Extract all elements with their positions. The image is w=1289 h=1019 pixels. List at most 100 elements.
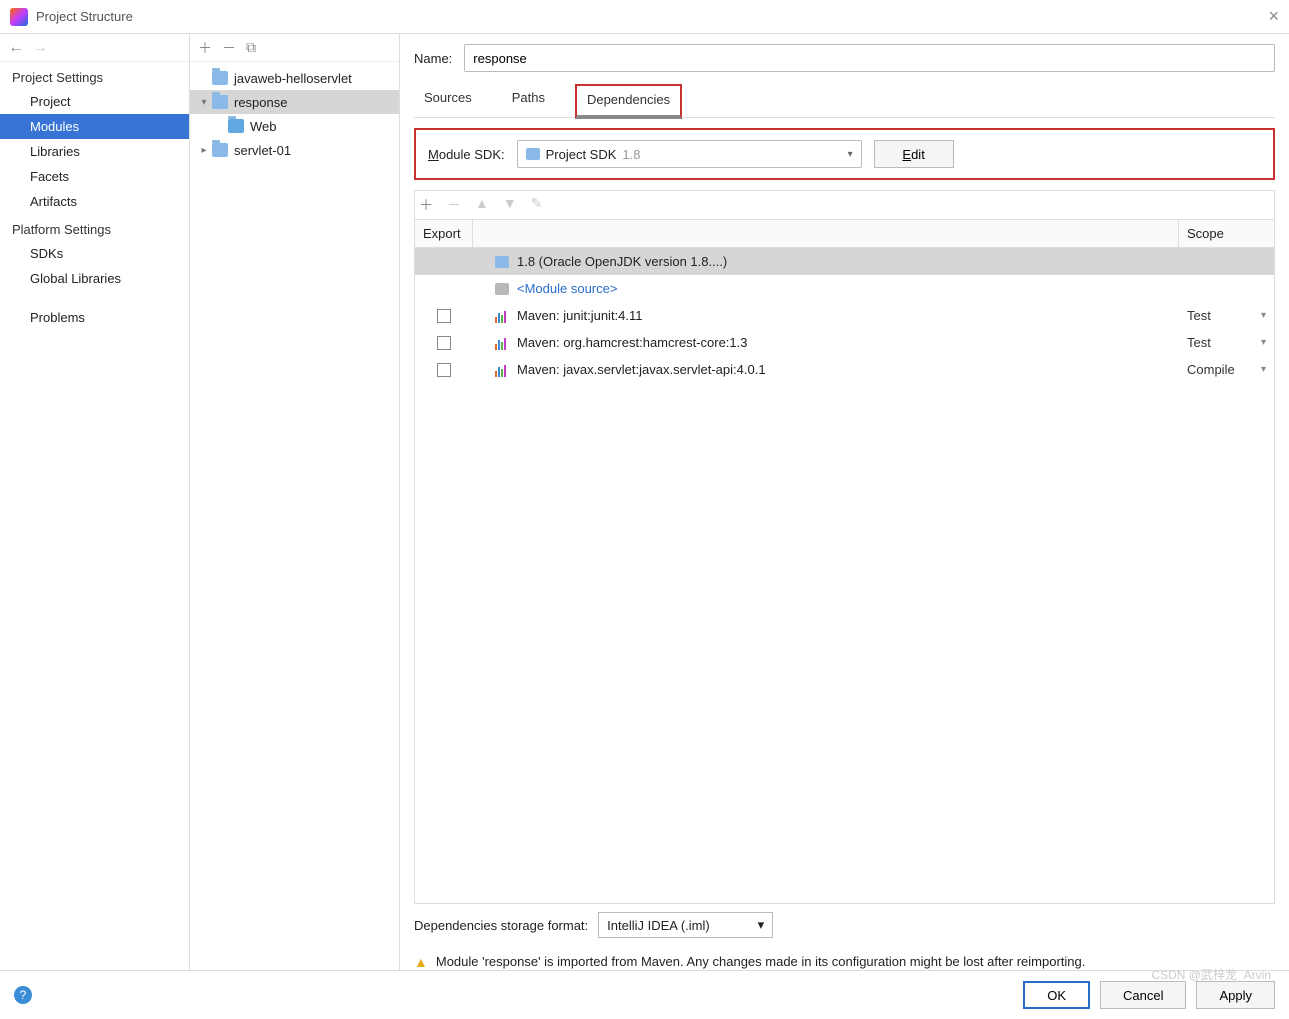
titlebar: Project Structure × — [0, 0, 1289, 34]
folder-icon — [212, 71, 228, 85]
name-row: Name: — [414, 44, 1275, 72]
ok-button[interactable]: OK — [1023, 981, 1090, 1009]
module-source-icon — [495, 283, 509, 295]
dep-label: 1.8 (Oracle OpenJDK version 1.8....) — [517, 254, 727, 269]
sidebar-item-sdks[interactable]: SDKs — [0, 241, 189, 266]
module-tree-pane: ＋ － ⧉ javaweb-helloservlet ▾ response We… — [190, 34, 400, 970]
sidebar-item-problems[interactable]: Problems — [0, 305, 189, 330]
add-dep-icon[interactable]: ＋ — [419, 195, 433, 215]
module-sdk-select[interactable]: Project SDK 1.8 ▾ — [517, 140, 862, 168]
close-icon[interactable]: × — [1268, 6, 1279, 27]
sidebar-item-libraries[interactable]: Libraries — [0, 139, 189, 164]
chevron-down-icon: ▾ — [848, 149, 853, 160]
library-icon — [495, 363, 509, 377]
edit-dep-icon[interactable]: ✎ — [531, 195, 543, 215]
dep-header: Export Scope — [415, 220, 1274, 248]
chevron-down-icon: ▾ — [1261, 364, 1266, 375]
edit-button[interactable]: Edit — [874, 140, 954, 168]
move-up-icon[interactable]: ▲ — [475, 195, 489, 215]
tree-label: javaweb-helloservlet — [234, 71, 352, 86]
footer: ? OK Cancel Apply — [0, 970, 1289, 1019]
chevron-down-icon: ▾ — [1261, 337, 1266, 348]
storage-row: Dependencies storage format: IntelliJ ID… — [414, 912, 1275, 938]
chevron-down-icon[interactable]: ▾ — [196, 97, 212, 108]
sdk-folder-icon — [526, 148, 540, 160]
sidebar-item-artifacts[interactable]: Artifacts — [0, 189, 189, 214]
dep-label: Maven: junit:junit:4.11 — [517, 308, 643, 323]
tree-label: servlet-01 — [234, 143, 291, 158]
cancel-button[interactable]: Cancel — [1100, 981, 1186, 1009]
export-checkbox[interactable] — [437, 363, 451, 377]
dep-row-sdk[interactable]: 1.8 (Oracle OpenJDK version 1.8....) — [415, 248, 1274, 275]
col-scope-header: Scope — [1179, 220, 1274, 247]
tree-node-javaweb[interactable]: javaweb-helloservlet — [190, 66, 399, 90]
module-sdk-label: Module SDK: — [428, 147, 505, 162]
sidebar-item-modules[interactable]: Modules — [0, 114, 189, 139]
sidebar-item-global-libraries[interactable]: Global Libraries — [0, 266, 189, 291]
chevron-down-icon: ▾ — [1261, 310, 1266, 321]
sidebar-item-project[interactable]: Project — [0, 89, 189, 114]
dep-row-hamcrest[interactable]: Maven: org.hamcrest:hamcrest-core:1.3 Te… — [415, 329, 1274, 356]
storage-label: Dependencies storage format: — [414, 918, 588, 933]
scope-select[interactable]: Compile▾ — [1179, 362, 1274, 377]
tree-node-response[interactable]: ▾ response — [190, 90, 399, 114]
tab-paths[interactable]: Paths — [502, 84, 555, 117]
copy-icon[interactable]: ⧉ — [246, 39, 256, 56]
tree-label: response — [234, 95, 287, 110]
content-pane: Name: Sources Paths Dependencies Module … — [400, 34, 1289, 970]
sdk-value: Project SDK — [546, 147, 617, 162]
app-logo-icon — [10, 8, 28, 26]
dep-row-junit[interactable]: Maven: junit:junit:4.11 Test▾ — [415, 302, 1274, 329]
dep-label: Maven: org.hamcrest:hamcrest-core:1.3 — [517, 335, 747, 350]
remove-icon[interactable]: － — [222, 38, 236, 58]
forward-icon[interactable]: → — [32, 39, 48, 57]
section-project-settings: Project Settings — [0, 62, 189, 89]
window-title: Project Structure — [36, 9, 133, 24]
dep-label: Maven: javax.servlet:javax.servlet-api:4… — [517, 362, 766, 377]
tree-node-servlet01[interactable]: ▸ servlet-01 — [190, 138, 399, 162]
folder-icon — [212, 95, 228, 109]
folder-icon — [212, 143, 228, 157]
col-export-header: Export — [415, 220, 473, 247]
chevron-down-icon: ▾ — [758, 917, 765, 933]
tree-label: Web — [250, 119, 277, 134]
dependencies-table: Export Scope 1.8 (Oracle OpenJDK version… — [414, 219, 1275, 904]
web-facet-icon — [228, 119, 244, 133]
main: ← → Project Settings Project Modules Lib… — [0, 34, 1289, 970]
storage-format-select[interactable]: IntelliJ IDEA (.iml) ▾ — [598, 912, 773, 938]
sdk-version: 1.8 — [622, 147, 640, 162]
add-icon[interactable]: ＋ — [198, 38, 212, 58]
remove-dep-icon[interactable]: － — [447, 195, 461, 215]
dep-toolbar: ＋ － ▲ ▼ ✎ — [414, 190, 1275, 219]
storage-value: IntelliJ IDEA (.iml) — [607, 918, 710, 933]
export-checkbox[interactable] — [437, 336, 451, 350]
tree-node-web[interactable]: Web — [190, 114, 399, 138]
sidebar-item-facets[interactable]: Facets — [0, 164, 189, 189]
tree-toolbar: ＋ － ⧉ — [190, 34, 399, 62]
dep-rows: 1.8 (Oracle OpenJDK version 1.8....) <Mo… — [415, 248, 1274, 903]
name-label: Name: — [414, 51, 452, 66]
help-icon[interactable]: ? — [14, 986, 32, 1004]
library-icon — [495, 336, 509, 350]
module-name-input[interactable] — [464, 44, 1275, 72]
export-checkbox[interactable] — [437, 309, 451, 323]
move-down-icon[interactable]: ▼ — [503, 195, 517, 215]
dep-label: <Module source> — [517, 281, 617, 296]
apply-button[interactable]: Apply — [1196, 981, 1275, 1009]
scope-select[interactable]: Test▾ — [1179, 308, 1274, 323]
module-tree: javaweb-helloservlet ▾ response Web ▸ se… — [190, 62, 399, 166]
back-icon[interactable]: ← — [8, 39, 24, 57]
tab-sources[interactable]: Sources — [414, 84, 482, 117]
watermark: CSDN @武梓龙_Arvin — [1151, 966, 1271, 983]
chevron-right-icon[interactable]: ▸ — [196, 145, 212, 156]
dep-row-module-source[interactable]: <Module source> — [415, 275, 1274, 302]
tabs: Sources Paths Dependencies — [414, 84, 1275, 118]
section-platform-settings: Platform Settings — [0, 214, 189, 241]
dep-row-servlet-api[interactable]: Maven: javax.servlet:javax.servlet-api:4… — [415, 356, 1274, 383]
warning-text: Module 'response' is imported from Maven… — [436, 954, 1086, 969]
tab-dependencies[interactable]: Dependencies — [575, 84, 682, 119]
scope-select[interactable]: Test▾ — [1179, 335, 1274, 350]
col-name-header — [473, 220, 1179, 247]
library-icon — [495, 309, 509, 323]
sdk-icon — [495, 256, 509, 268]
